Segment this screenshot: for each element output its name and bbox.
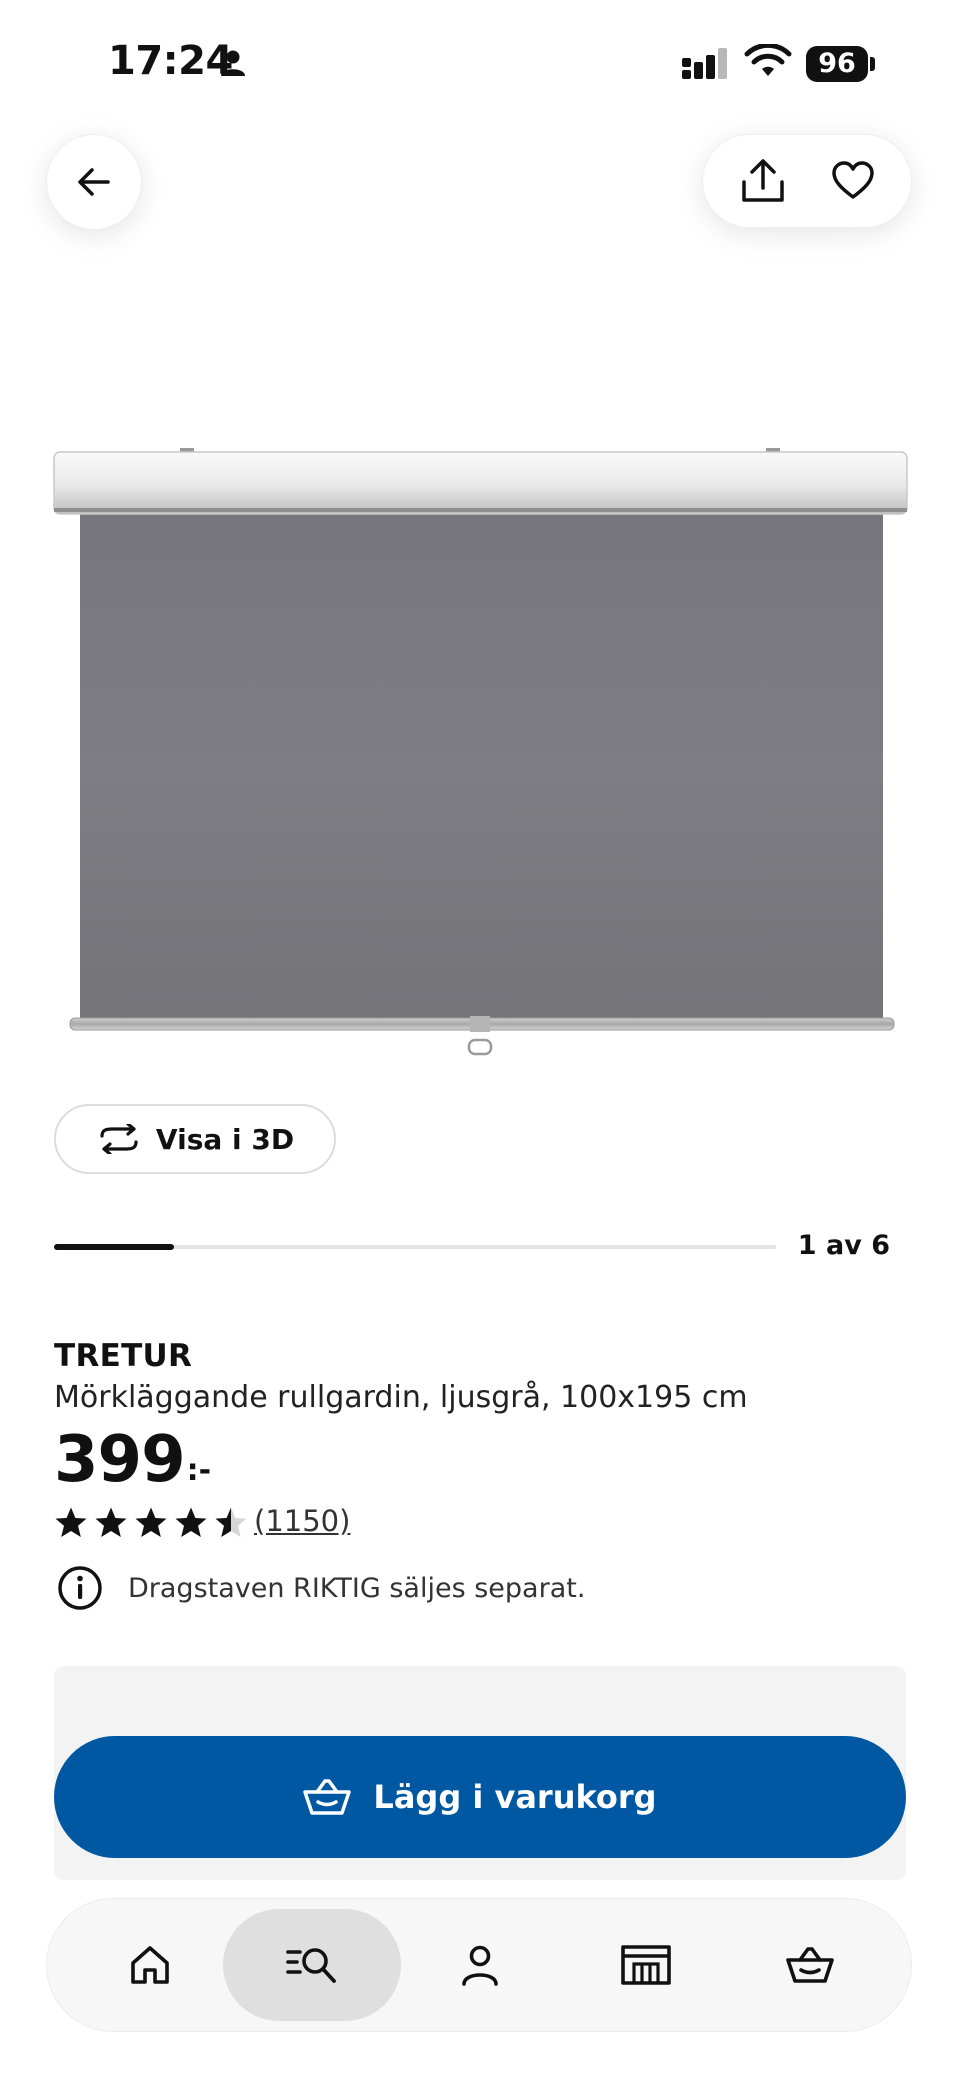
- product-image[interactable]: [50, 440, 910, 1060]
- nav-search[interactable]: [223, 1909, 401, 2021]
- price-suffix: :-: [186, 1453, 212, 1488]
- info-icon: [58, 1566, 102, 1610]
- gallery-counter: 1 av 6: [797, 1230, 890, 1261]
- gallery-progress-track: [54, 1244, 776, 1250]
- heart-icon: [832, 161, 874, 199]
- info-notice: Dragstaven RIKTIG säljes separat.: [56, 1564, 585, 1612]
- home-icon: [131, 1946, 169, 1984]
- arrow-left-icon: [78, 168, 110, 196]
- wifi-icon: [744, 44, 792, 76]
- share-button[interactable]: [739, 158, 787, 204]
- basket-icon: [786, 1947, 834, 1983]
- header-actions: [702, 134, 912, 228]
- star-icon: [135, 1507, 167, 1537]
- person-icon: [221, 50, 245, 76]
- nav-profile[interactable]: [391, 1909, 569, 2021]
- add-to-cart-button[interactable]: Lägg i varukorg: [54, 1736, 906, 1858]
- review-count-link[interactable]: (1150): [254, 1504, 350, 1538]
- nav-stores[interactable]: [557, 1909, 735, 2021]
- battery-nub: [870, 57, 875, 71]
- basket-icon: [303, 1779, 352, 1815]
- add-to-cart-label: Lägg i varukorg: [373, 1778, 657, 1816]
- star-icon: [95, 1507, 127, 1537]
- nav-cart[interactable]: [721, 1909, 899, 2021]
- rating-stars[interactable]: [54, 1506, 248, 1540]
- back-button[interactable]: [46, 134, 142, 230]
- signal-icon: [682, 48, 727, 79]
- price-integer: 399: [54, 1423, 186, 1497]
- favorite-button[interactable]: [831, 161, 875, 201]
- product-description: Mörkläggande rullgardin, ljusgrå, 100x19…: [54, 1380, 748, 1415]
- share-icon: [742, 159, 784, 202]
- store-icon: [621, 1945, 671, 1985]
- nav-home[interactable]: [61, 1909, 239, 2021]
- star-icon: [55, 1507, 87, 1537]
- product-price: 399 :-: [54, 1422, 211, 1498]
- battery-indicator: 96: [806, 46, 868, 82]
- view-3d-label: Visa i 3D: [155, 1122, 295, 1156]
- bottom-navigation: [46, 1898, 912, 2032]
- gallery-progress-fill: [54, 1244, 175, 1250]
- star-icon: [215, 1507, 247, 1537]
- product-brand: TRETUR: [54, 1338, 193, 1374]
- user-icon: [462, 1945, 498, 1986]
- info-text: Dragstaven RIKTIG säljes separat.: [128, 1572, 586, 1604]
- status-time: 17:24: [108, 38, 233, 84]
- rotate-3d-icon: [100, 1124, 138, 1154]
- search-icon: [286, 1948, 336, 1983]
- star-icon: [175, 1507, 207, 1537]
- view-3d-button[interactable]: Visa i 3D: [54, 1104, 336, 1174]
